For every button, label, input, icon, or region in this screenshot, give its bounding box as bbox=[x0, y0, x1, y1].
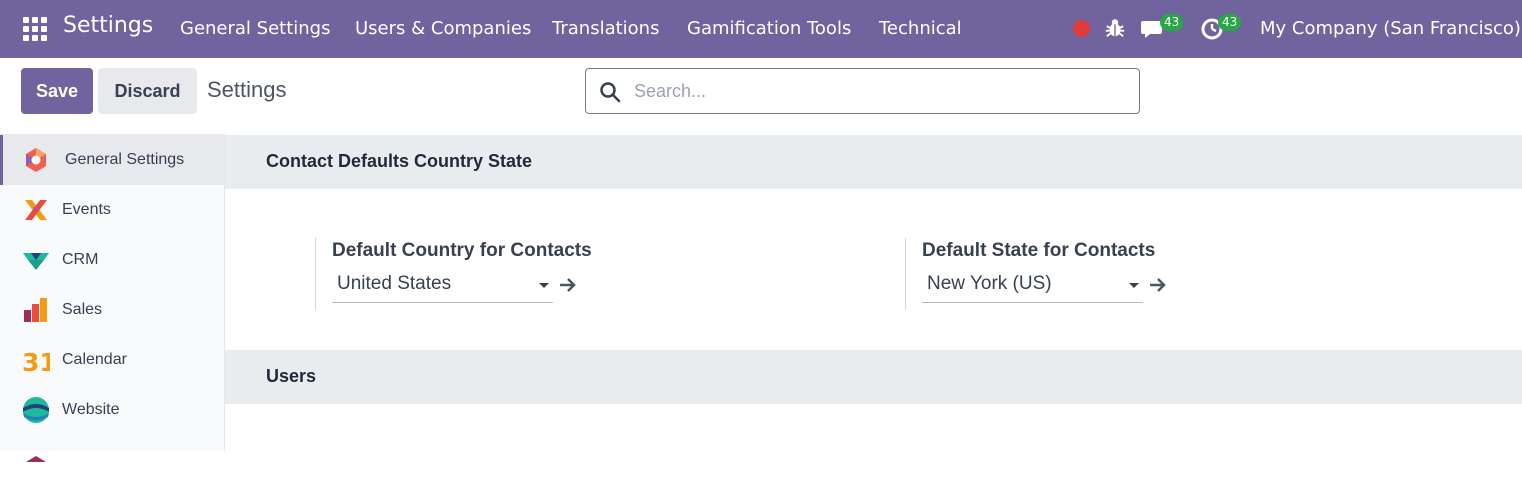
debug-bug-icon[interactable] bbox=[1104, 17, 1126, 39]
sidebar-item-events[interactable]: Events bbox=[0, 185, 224, 235]
menu-gamification-tools[interactable]: Gamification Tools bbox=[687, 18, 851, 39]
sidebar-item-label: Events bbox=[62, 201, 111, 218]
select-value: New York (US) bbox=[927, 273, 1052, 294]
setting-default-state: Default State for Contacts New York (US) bbox=[905, 238, 1465, 310]
sidebar-item-label: Calendar bbox=[62, 351, 127, 368]
app-brand[interactable]: Settings bbox=[63, 13, 153, 38]
search-input[interactable] bbox=[634, 77, 1124, 105]
messages-count-badge: 43 bbox=[1160, 14, 1184, 31]
menu-users-companies[interactable]: Users & Companies bbox=[355, 18, 531, 39]
section-title: Contact Defaults Country State bbox=[266, 151, 533, 171]
page-title: Settings bbox=[207, 77, 287, 102]
sidebar-item-calendar[interactable]: 31 Calendar bbox=[0, 335, 224, 385]
search-icon bbox=[600, 82, 621, 103]
setting-default-country: Default Country for Contacts United Stat… bbox=[315, 238, 875, 310]
calendar-icon: 31 bbox=[22, 348, 50, 374]
section-title: Users bbox=[266, 366, 317, 386]
top-navbar: Settings General Settings Users & Compan… bbox=[0, 0, 1522, 58]
internal-link-arrow-icon[interactable] bbox=[1148, 276, 1168, 294]
events-icon bbox=[25, 200, 47, 220]
setting-label: Default Country for Contacts bbox=[332, 240, 592, 261]
menu-translations[interactable]: Translations bbox=[552, 18, 659, 39]
app-icon bbox=[26, 456, 46, 462]
search-box[interactable] bbox=[585, 68, 1140, 114]
menu-technical[interactable]: Technical bbox=[879, 18, 962, 39]
default-country-select[interactable]: United States bbox=[332, 271, 553, 303]
sales-icon bbox=[24, 298, 47, 322]
section-header-contact-defaults: Contact Defaults Country State bbox=[225, 135, 1522, 189]
internal-link-arrow-icon[interactable] bbox=[558, 276, 578, 294]
settings-sidebar: General Settings Events CRM Sales 31 Cal… bbox=[0, 134, 225, 462]
default-state-select[interactable]: New York (US) bbox=[922, 271, 1143, 303]
discard-button[interactable]: Discard bbox=[98, 68, 197, 114]
save-button[interactable]: Save bbox=[21, 68, 93, 114]
sidebar-item-sales[interactable]: Sales bbox=[0, 285, 224, 335]
recording-dot-icon[interactable] bbox=[1073, 20, 1090, 37]
caret-down-icon bbox=[1129, 283, 1139, 288]
select-value: United States bbox=[337, 273, 452, 294]
setting-label: Default State for Contacts bbox=[922, 240, 1156, 261]
website-icon bbox=[23, 397, 49, 423]
sidebar-item-label: General Settings bbox=[65, 151, 185, 168]
general-settings-icon bbox=[26, 148, 46, 172]
menu-general-settings[interactable]: General Settings bbox=[180, 18, 331, 39]
crm-icon bbox=[23, 253, 49, 270]
sidebar-item-website[interactable]: Website bbox=[0, 385, 224, 435]
apps-menu-icon[interactable] bbox=[23, 17, 47, 41]
activities-count-badge: 43 bbox=[1218, 14, 1242, 31]
sidebar-item-label: Website bbox=[62, 401, 120, 418]
svg-text:31: 31 bbox=[22, 348, 50, 374]
sidebar-item-crm[interactable]: CRM bbox=[0, 235, 224, 285]
company-switcher[interactable]: My Company (San Francisco) bbox=[1260, 18, 1521, 39]
sidebar-item-general-settings[interactable]: General Settings bbox=[0, 135, 224, 185]
caret-down-icon bbox=[539, 283, 549, 288]
sidebar-item-label: Sales bbox=[62, 301, 103, 318]
sidebar-item-more[interactable] bbox=[0, 435, 224, 485]
sidebar-item-label: CRM bbox=[62, 251, 99, 268]
section-header-users: Users bbox=[225, 350, 1522, 404]
